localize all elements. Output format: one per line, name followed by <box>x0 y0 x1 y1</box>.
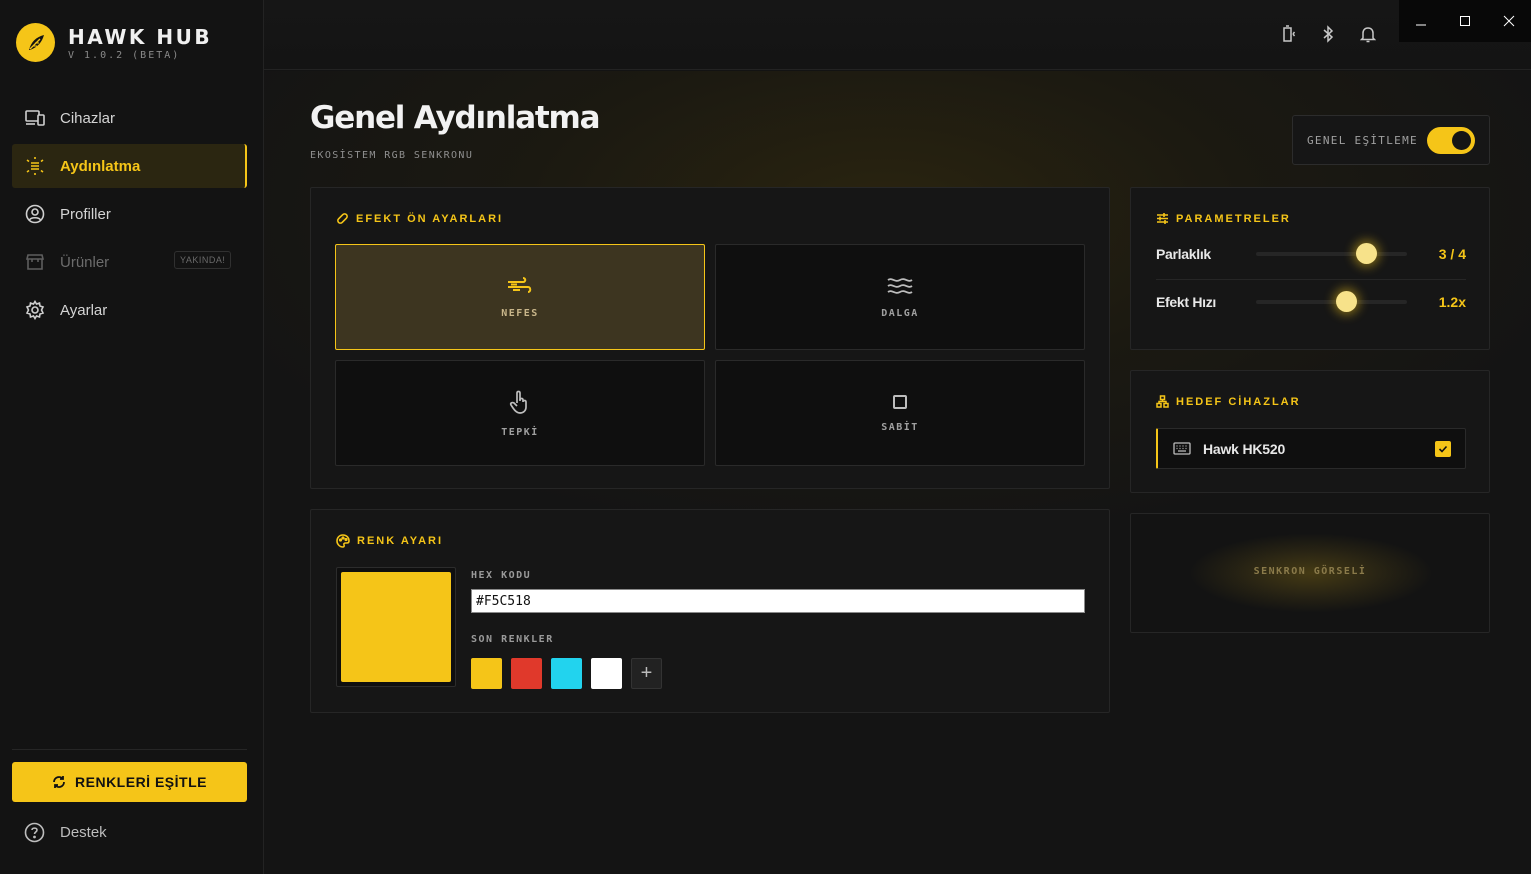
effect-speed-row: Efekt Hızı 1.2x <box>1156 288 1466 318</box>
effect-speed-slider-thumb[interactable] <box>1336 291 1358 312</box>
switch-knob <box>1452 131 1471 150</box>
hawk-logo-icon <box>16 23 55 62</box>
effect-card-wave[interactable]: DALGA <box>715 244 1085 350</box>
brand: HAWK HUB V 1.0.2 (BETA) <box>16 23 212 62</box>
effect-speed-value: 1.2x <box>1438 294 1466 310</box>
sidebar-item-label: Aydınlatma <box>60 157 141 175</box>
divider <box>1156 279 1466 280</box>
recent-color-swatch[interactable] <box>511 658 542 689</box>
sidebar-item-lighting[interactable]: Aydınlatma <box>12 144 247 188</box>
recent-color-swatch[interactable] <box>591 658 622 689</box>
effect-speed-slider[interactable] <box>1256 300 1407 304</box>
app-title: HAWK HUB <box>68 24 213 49</box>
recent-color-swatch[interactable] <box>551 658 582 689</box>
sync-icon <box>53 776 65 788</box>
sidebar: HAWK HUB V 1.0.2 (BETA) Cihazlar Aydınla… <box>0 0 264 874</box>
color-preview[interactable] <box>336 567 456 687</box>
minimize-icon[interactable] <box>1399 0 1443 42</box>
parameters-panel: PARAMETRELER Parlaklık 3 / 4 Efekt Hızı … <box>1130 187 1490 350</box>
panel-header: RENK AYARI <box>336 534 443 548</box>
sidebar-divider <box>12 749 247 750</box>
sidebar-item-label: Cihazlar <box>60 109 116 127</box>
help-icon <box>24 822 45 843</box>
effect-label: NEFES <box>501 307 539 319</box>
window-controls <box>1399 0 1531 42</box>
effect-card-static[interactable]: SABİT <box>715 360 1085 466</box>
target-devices-title: HEDEF CİHAZLAR <box>1176 395 1301 408</box>
sidebar-item-settings[interactable]: Ayarlar <box>12 288 247 332</box>
recent-color-swatch[interactable] <box>471 658 502 689</box>
effect-speed-label: Efekt Hızı <box>1156 294 1217 310</box>
target-devices-panel: HEDEF CİHAZLAR Hawk HK520 <box>1130 370 1490 493</box>
devices-icon <box>24 107 46 129</box>
effect-presets-title: EFEKT ÖN AYARLARI <box>356 212 504 225</box>
color-preview-swatch <box>341 572 451 682</box>
global-sync-label: GENEL EŞİTLEME <box>1307 134 1418 147</box>
sidebar-item-devices[interactable]: Cihazlar <box>12 96 247 140</box>
brightness-row: Parlaklık 3 / 4 <box>1156 240 1466 270</box>
bandage-icon <box>337 213 348 224</box>
support-label: Destek <box>60 824 107 841</box>
parameters-title: PARAMETRELER <box>1176 212 1291 225</box>
global-sync-switch[interactable] <box>1427 127 1475 154</box>
store-icon <box>24 251 46 273</box>
effect-label: DALGA <box>881 307 919 319</box>
coming-soon-badge: YAKINDA! <box>174 251 232 269</box>
device-battery-icon[interactable] <box>1279 24 1299 44</box>
close-icon[interactable] <box>1487 0 1531 42</box>
waves-icon <box>887 277 913 294</box>
sidebar-item-products: Ürünler YAKINDA! <box>12 240 247 284</box>
maximize-icon[interactable] <box>1443 0 1487 42</box>
color-settings-title: RENK AYARI <box>357 535 444 547</box>
sync-visual-panel: SENKRON GÖRSELİ <box>1130 513 1490 633</box>
effect-label: TEPKİ <box>501 426 539 438</box>
palette-icon <box>336 534 350 548</box>
bluetooth-icon[interactable] <box>1318 24 1338 44</box>
effect-card-reactive[interactable]: TEPKİ <box>335 360 705 466</box>
add-color-button[interactable]: + <box>631 658 662 689</box>
color-settings-panel: RENK AYARI HEX KODU SON RENKLER + <box>310 509 1110 713</box>
recent-colors-label: SON RENKLER <box>471 634 554 645</box>
page-title: Genel Aydınlatma <box>310 100 601 136</box>
panel-header: HEDEF CİHAZLAR <box>1156 395 1301 408</box>
hex-code-input[interactable] <box>471 589 1085 613</box>
sliders-icon <box>1157 213 1168 224</box>
sync-visual-label: SENKRON GÖRSELİ <box>1253 566 1367 577</box>
brightness-value: 3 / 4 <box>1438 246 1466 262</box>
profile-icon <box>24 203 46 225</box>
support-link[interactable]: Destek <box>24 822 107 843</box>
device-checkbox[interactable] <box>1435 441 1451 457</box>
wind-icon <box>508 276 532 293</box>
hex-code-label: HEX KODU <box>471 570 532 581</box>
square-icon <box>893 394 907 409</box>
keyboard-icon <box>1173 442 1191 455</box>
effect-presets-panel: EFEKT ÖN AYARLARI NEFES DALGA TEPKİ SABİ… <box>310 187 1110 489</box>
top-bar <box>264 0 1531 70</box>
panel-header: EFEKT ÖN AYARLARI <box>336 212 503 225</box>
sidebar-item-label: Ayarlar <box>60 301 108 319</box>
sidebar-item-profiles[interactable]: Profiller <box>12 192 247 236</box>
effect-card-breath[interactable]: NEFES <box>335 244 705 350</box>
bell-icon[interactable] <box>1358 24 1378 44</box>
sidebar-item-label: Ürünler <box>60 253 110 271</box>
global-sync-toggle[interactable]: GENEL EŞİTLEME <box>1292 115 1490 165</box>
check-icon <box>1438 445 1448 453</box>
touch-icon <box>509 390 527 414</box>
hierarchy-icon <box>1156 395 1169 408</box>
sidebar-item-label: Profiller <box>60 205 111 223</box>
sync-colors-button[interactable]: RENKLERİ EŞİTLE <box>12 762 247 802</box>
brightness-label: Parlaklık <box>1156 246 1211 262</box>
app-version: V 1.0.2 (BETA) <box>68 49 181 61</box>
page-subtitle: EKOSİSTEM RGB SENKRONU <box>310 150 474 161</box>
panel-header: PARAMETRELER <box>1156 212 1291 225</box>
sync-colors-label: RENKLERİ EŞİTLE <box>75 774 207 790</box>
effect-label: SABİT <box>881 421 919 433</box>
brightness-slider-thumb[interactable] <box>1355 243 1377 264</box>
device-name: Hawk HK520 <box>1203 441 1286 457</box>
brightness-slider[interactable] <box>1256 252 1407 256</box>
device-row-hawk-hk520[interactable]: Hawk HK520 <box>1156 428 1466 469</box>
lighting-icon <box>24 155 46 177</box>
gear-icon <box>24 299 46 321</box>
